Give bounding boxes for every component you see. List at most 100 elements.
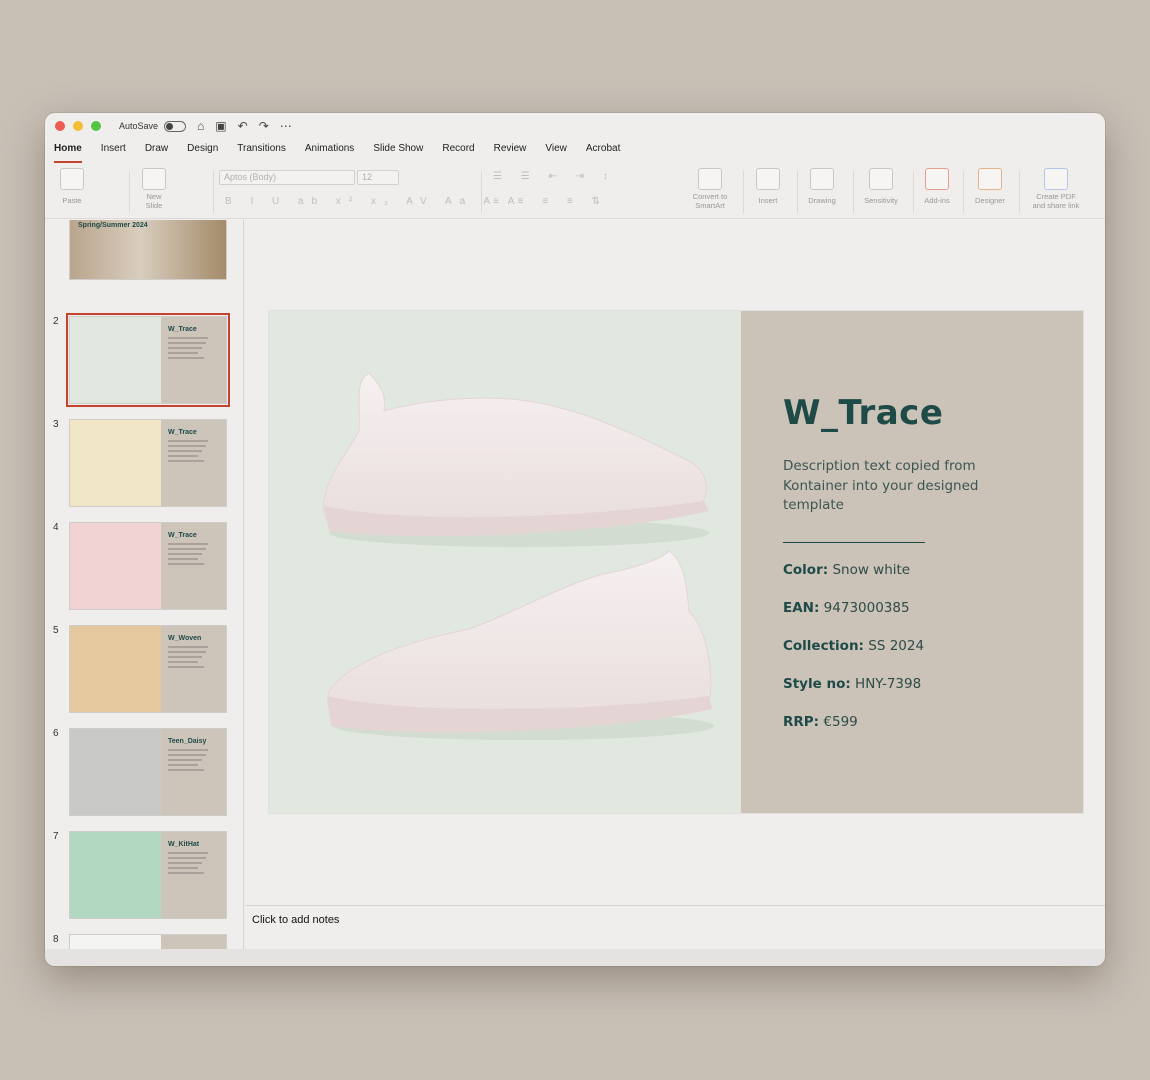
designer-label: Designer — [974, 196, 1005, 205]
tab-draw[interactable]: Draw — [145, 141, 168, 161]
thumbnail-title: W_KitHat — [168, 841, 200, 848]
font-size-select[interactable]: 12 — [357, 170, 399, 185]
ribbon-divider — [797, 171, 798, 213]
spec-color[interactable]: Color: Snow white — [783, 561, 1083, 580]
clipboard-icon — [60, 168, 84, 190]
ribbon-divider — [213, 171, 214, 213]
slide-editor: W_Trace Description text copied from Kon… — [245, 220, 1105, 898]
new-slide-button[interactable]: New Slide — [137, 165, 171, 219]
tab-animations[interactable]: Animations — [305, 141, 354, 161]
sneakers-illustration — [322, 372, 714, 740]
convert-smartart-button[interactable]: Convert to SmartArt — [685, 165, 735, 219]
more-icon[interactable]: ⋯ — [280, 120, 292, 132]
thumbnail-item[interactable]: 2 W_Trace — [45, 313, 243, 407]
drawing-button[interactable]: Drawing — [803, 165, 841, 219]
font-name-select[interactable]: Aptos (Body) — [219, 170, 355, 185]
status-bar — [45, 949, 1105, 966]
tab-acrobat[interactable]: Acrobat — [586, 141, 620, 161]
slide-thumbnail[interactable]: W_Trace — [69, 419, 227, 507]
spec-label: Color: — [783, 562, 829, 578]
thumbnail-title: W_Trace — [168, 326, 197, 333]
designer-icon — [978, 168, 1002, 190]
pdf-icon — [1044, 168, 1068, 190]
thumbnail-item[interactable]: 5 W_Woven — [45, 625, 243, 715]
spec-value: SS 2024 — [868, 638, 925, 654]
add-ins-label: Add-ins — [924, 196, 950, 205]
redo-icon[interactable]: ↷ — [259, 120, 269, 132]
save-icon[interactable]: ▣ — [215, 120, 226, 132]
slide-thumbnail[interactable]: W_Trace — [66, 313, 230, 407]
slide-thumbnail[interactable]: Spring/Summer 2024 — [69, 220, 227, 280]
slide-thumbnail[interactable]: W_KitHat — [69, 831, 227, 919]
spec-collection[interactable]: Collection: SS 2024 — [783, 637, 1083, 656]
thumbnail-item[interactable]: 3 W_Trace — [45, 419, 243, 509]
tab-view[interactable]: View — [545, 141, 567, 161]
list-buttons[interactable]: ☰ ☰ ⇤ ⇥ ↕ — [493, 171, 616, 182]
tab-review[interactable]: Review — [494, 141, 527, 161]
powerpoint-window: AutoSave ⌂ ▣ ↶ ↷ ⋯ Home Insert Draw Desi… — [45, 113, 1105, 966]
slide-number: 8 — [53, 934, 59, 945]
ribbon-divider — [913, 171, 914, 213]
spec-ean[interactable]: EAN: 9473000385 — [783, 599, 1083, 618]
drawing-label: Drawing — [808, 196, 836, 205]
thumbnail-text-lines — [168, 440, 221, 462]
spec-label: Collection: — [783, 638, 864, 654]
thumbnail-item[interactable]: Spring/Summer 2024 — [45, 220, 243, 290]
minimize-window-button[interactable] — [73, 121, 83, 131]
sensitivity-button[interactable]: Sensitivity — [859, 165, 903, 219]
product-photo — [269, 311, 741, 813]
thumbnail-text-lines — [168, 543, 221, 565]
thumbnail-text-lines — [168, 852, 221, 874]
add-ins-button[interactable]: Add-ins — [919, 165, 955, 219]
spec-value: Snow white — [832, 562, 911, 578]
paste-button[interactable]: Paste — [57, 165, 87, 219]
zoom-window-button[interactable] — [91, 121, 101, 131]
tab-design[interactable]: Design — [187, 141, 218, 161]
divider-line — [783, 541, 925, 543]
sensitivity-label: Sensitivity — [864, 196, 898, 205]
thumbnail-item[interactable]: 6 Teen_Daisy — [45, 728, 243, 818]
spec-label: Style no: — [783, 676, 851, 692]
slide-thumbnail[interactable]: W_Trace — [69, 522, 227, 610]
slide-thumbnail[interactable]: W_Woven — [69, 625, 227, 713]
home-icon[interactable]: ⌂ — [197, 120, 204, 132]
tab-home[interactable]: Home — [54, 141, 82, 163]
ribbon-toolbar: Paste New Slide Aptos (Body) 12 B I U ab… — [45, 165, 1105, 219]
thumbnail-image — [70, 729, 161, 815]
notes-field[interactable]: Click to add notes — [245, 905, 1105, 949]
thumbnail-title: Teen_Daisy — [168, 738, 207, 745]
ribbon-divider — [963, 171, 964, 213]
tab-insert[interactable]: Insert — [101, 141, 126, 161]
spec-rrp[interactable]: RRP: €599 — [783, 713, 1083, 732]
tab-record[interactable]: Record — [442, 141, 474, 161]
current-slide[interactable]: W_Trace Description text copied from Kon… — [269, 311, 1083, 813]
spec-value: €599 — [823, 714, 858, 730]
thumbnail-title: W_Trace — [168, 429, 197, 436]
create-pdf-button[interactable]: Create PDF and share link — [1025, 165, 1087, 219]
designer-button[interactable]: Designer — [971, 165, 1009, 219]
undo-icon[interactable]: ↶ — [238, 120, 248, 132]
ribbon-divider — [853, 171, 854, 213]
thumbnail-image — [70, 935, 161, 950]
slide-number: 5 — [53, 625, 59, 636]
thumbnail-image — [70, 523, 161, 609]
thumbnail-item[interactable]: 7 W_KitHat — [45, 831, 243, 921]
tab-slide-show[interactable]: Slide Show — [373, 141, 423, 161]
insert-button[interactable]: Insert — [753, 165, 783, 219]
product-title[interactable]: W_Trace — [783, 393, 1083, 433]
drawing-icon — [810, 168, 834, 190]
thumbnail-text-lines — [168, 749, 221, 771]
text-box-icon — [756, 168, 780, 190]
thumbnail-item[interactable]: 8 — [45, 934, 243, 950]
tab-transitions[interactable]: Transitions — [237, 141, 286, 161]
slide-thumbnail[interactable] — [69, 934, 227, 950]
align-buttons[interactable]: ≡ ≡ ≡ ≡ ⇅ — [493, 196, 608, 207]
close-window-button[interactable] — [55, 121, 65, 131]
format-buttons[interactable]: B I U ab x² x₂ AV Aa A A — [225, 196, 522, 207]
thumbnail-item[interactable]: 4 W_Trace — [45, 522, 243, 612]
autosave-toggle[interactable] — [164, 120, 187, 132]
slide-number: 6 — [53, 728, 59, 739]
spec-style-no[interactable]: Style no: HNY-7398 — [783, 675, 1083, 694]
product-description[interactable]: Description text copied from Kontainer i… — [783, 457, 1003, 516]
slide-thumbnail[interactable]: Teen_Daisy — [69, 728, 227, 816]
